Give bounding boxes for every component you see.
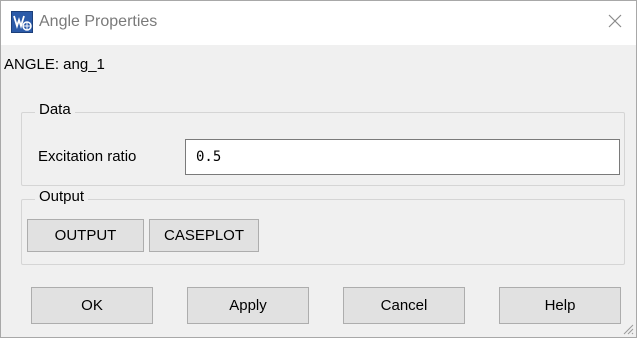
apply-button[interactable]: Apply [187,287,309,324]
excitation-ratio-label: Excitation ratio [38,148,137,165]
entity-label: ANGLE: ang_1 [4,56,105,73]
app-logo-icon [11,11,33,33]
caseplot-button[interactable]: CASEPLOT [149,219,259,252]
help-button[interactable]: Help [499,287,621,324]
window-title: Angle Properties [39,13,158,30]
excitation-ratio-input[interactable] [185,139,620,175]
title-bar[interactable]: Angle Properties [1,1,636,45]
close-button[interactable] [596,4,634,42]
ok-button[interactable]: OK [31,287,153,324]
close-icon [608,14,622,33]
resize-grip-icon[interactable] [620,321,634,335]
output-button[interactable]: OUTPUT [27,219,144,252]
data-group-legend: Data [35,101,75,118]
angle-properties-dialog: Angle Properties ANGLE: ang_1 Data Excit… [0,0,637,338]
output-group-legend: Output [35,188,89,205]
cancel-button[interactable]: Cancel [343,287,465,324]
